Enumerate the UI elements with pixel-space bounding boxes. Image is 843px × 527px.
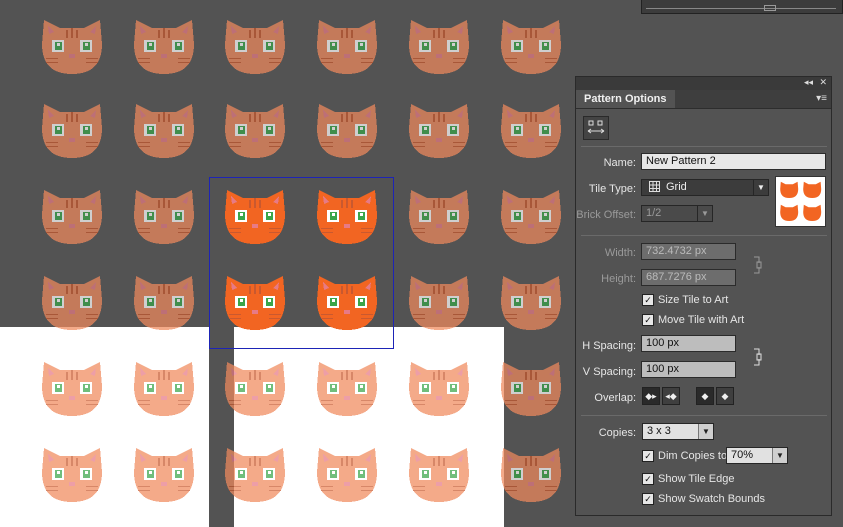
cat-motif [221, 442, 289, 506]
width-field[interactable]: 732.4732 px [641, 243, 736, 260]
cat-motif [38, 184, 106, 248]
tile-type-dropdown[interactable]: Grid ▼ [641, 179, 769, 196]
divider [581, 235, 827, 236]
h-spacing-label: H Spacing: [582, 340, 636, 352]
show-tile-edge-checkbox[interactable]: ✓ Show Tile Edge [642, 472, 734, 486]
cat-motif [405, 356, 473, 420]
cat-motif [313, 98, 381, 162]
show-swatch-bounds-checkbox[interactable]: ✓ Show Swatch Bounds [642, 492, 765, 506]
brick-offset-label: Brick Offset: [576, 209, 636, 221]
checkbox-label: Size Tile to Art [658, 294, 729, 307]
cat-motif [38, 14, 106, 78]
cat-motif [313, 442, 381, 506]
overlap-top-in-front-button[interactable]: ◆ [696, 387, 714, 405]
cat-motif [130, 98, 198, 162]
top-toolbar-fragment [641, 0, 843, 14]
checkbox-box: ✓ [642, 450, 654, 463]
overlap-left-in-front-button[interactable]: ◆▸ [642, 387, 660, 405]
cat-motif [405, 184, 473, 248]
cat-motif [38, 442, 106, 506]
checkbox-label: Dim Copies to: [658, 450, 731, 463]
cat-motif [221, 98, 289, 162]
cat-motif [130, 270, 198, 334]
name-field[interactable]: New Pattern 2 [641, 153, 826, 170]
overlap-label: Overlap: [594, 392, 636, 404]
divider [581, 415, 827, 416]
dim-copies-value: 70% [731, 449, 754, 461]
cat-motif [497, 270, 565, 334]
brick-offset-value: 1/2 [646, 207, 662, 219]
checkbox-label: Move Tile with Art [658, 314, 745, 327]
cat-motif [313, 356, 381, 420]
cat-motif [497, 98, 565, 162]
copies-label: Copies: [598, 427, 636, 439]
tile-type-label: Tile Type: [588, 183, 636, 195]
dim-copies-checkbox[interactable]: ✓ Dim Copies to: [642, 449, 730, 463]
chevron-down-icon: ▼ [753, 180, 768, 195]
tile-edge-box[interactable] [209, 177, 394, 349]
pattern-options-panel: ◂◂ ✕ Pattern Options ▾≡ Name: New Patter… [575, 76, 832, 516]
v-spacing-label: V Spacing: [582, 366, 636, 378]
cat-motif [497, 356, 565, 420]
link-icon[interactable] [751, 347, 762, 366]
cat-motif [405, 14, 473, 78]
cat-motif [313, 14, 381, 78]
v-spacing-field[interactable]: 100 px [641, 361, 736, 378]
close-icon[interactable]: ✕ [819, 77, 827, 88]
chevron-down-icon: ▼ [772, 448, 787, 463]
cat-motif [130, 442, 198, 506]
checkbox-label: Show Tile Edge [658, 473, 735, 486]
dim-copies-dropdown[interactable]: 70% ▼ [726, 447, 788, 464]
cat-motif [38, 98, 106, 162]
cat-motif [497, 14, 565, 78]
height-field[interactable]: 687.7276 px [641, 269, 736, 286]
brick-offset-dropdown[interactable]: 1/2 ▼ [641, 205, 713, 222]
chevron-down-icon: ▼ [697, 206, 712, 221]
slider-track[interactable] [646, 8, 836, 12]
overlap-right-in-front-button[interactable]: ◂◆ [662, 387, 680, 405]
chevron-down-icon: ▼ [698, 424, 713, 439]
size-tile-to-art-checkbox[interactable]: ✓ Size Tile to Art [642, 293, 728, 307]
cat-motif [497, 184, 565, 248]
copies-value: 3 x 3 [647, 425, 671, 437]
name-label: Name: [603, 157, 636, 169]
checkbox-box: ✓ [642, 294, 654, 307]
tile-type-value: Grid [666, 181, 687, 193]
link-icon[interactable] [751, 255, 762, 274]
fit-tile-icon [587, 120, 605, 134]
cat-motif [130, 356, 198, 420]
cat-motif [221, 14, 289, 78]
cat-motif [405, 98, 473, 162]
h-spacing-field[interactable]: 100 px [641, 335, 736, 352]
cat-motif [497, 442, 565, 506]
overlap-bottom-in-front-button[interactable]: ◆ [716, 387, 734, 405]
swatch-preview [775, 176, 826, 227]
slider-handle[interactable] [764, 5, 776, 11]
cat-motif [38, 356, 106, 420]
tab-pattern-options[interactable]: Pattern Options [576, 90, 675, 108]
checkbox-box: ✓ [642, 314, 654, 327]
cat-icon [780, 181, 822, 221]
width-label: Width: [604, 247, 636, 259]
checkbox-box: ✓ [642, 473, 654, 486]
cat-motif [130, 14, 198, 78]
panel-tab-row: Pattern Options ▾≡ [576, 90, 831, 109]
cat-motif [405, 270, 473, 334]
panel-menu-icon[interactable]: ▾≡ [816, 93, 827, 104]
overlap-buttons: ◆▸ ◂◆ ◆ ◆ [642, 387, 752, 405]
height-label: Height: [601, 273, 636, 285]
grid-icon [649, 181, 660, 192]
cat-motif [405, 442, 473, 506]
collapse-icon[interactable]: ◂◂ [804, 77, 813, 88]
pattern-tile-tool-button[interactable] [583, 116, 609, 140]
copies-dropdown[interactable]: 3 x 3 ▼ [642, 423, 714, 440]
divider [581, 146, 827, 147]
panel-titlebar: ◂◂ ✕ [576, 77, 831, 90]
cat-motif [221, 356, 289, 420]
cat-motif [38, 270, 106, 334]
checkbox-label: Show Swatch Bounds [658, 493, 766, 506]
checkbox-box: ✓ [642, 493, 654, 506]
cat-motif [130, 184, 198, 248]
move-tile-with-art-checkbox[interactable]: ✓ Move Tile with Art [642, 313, 744, 327]
